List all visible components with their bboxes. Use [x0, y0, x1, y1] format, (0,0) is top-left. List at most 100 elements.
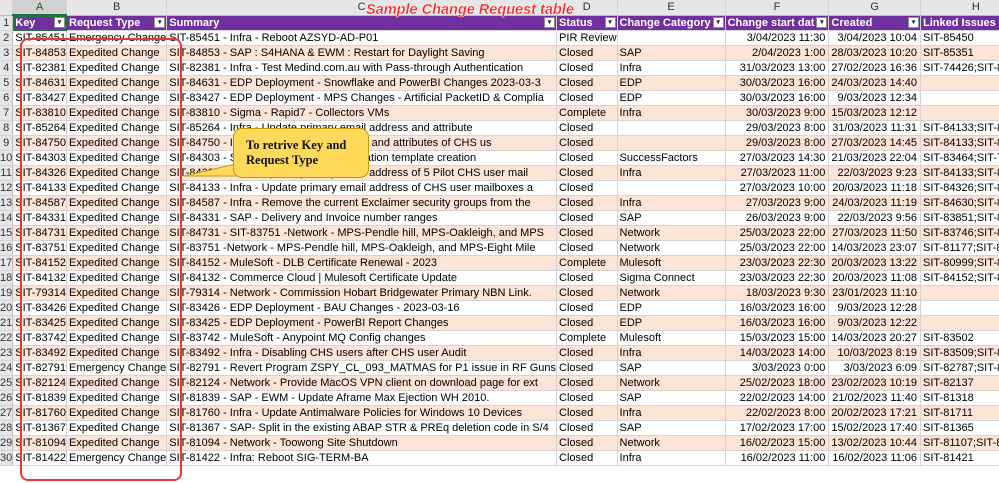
table-cell[interactable]: 9/03/2023 12:22	[828, 315, 922, 331]
table-cell[interactable]: SIT-83502	[920, 330, 999, 346]
header-cell[interactable]: Change start dat ▾	[725, 15, 830, 31]
table-cell[interactable]: Closed	[556, 180, 618, 196]
table-cell[interactable]: 23/03/2023 22:30	[725, 255, 830, 271]
table-cell[interactable]: 30/03/2023 16:00	[725, 75, 830, 91]
table-cell[interactable]: 3/04/2023 11:30	[725, 30, 830, 46]
table-cell[interactable]: Closed	[556, 120, 618, 136]
select-all-corner[interactable]	[0, 0, 14, 16]
table-cell[interactable]: SIT-81760 - Infra - Update Antimalware P…	[166, 405, 558, 421]
row-number[interactable]: 9	[0, 135, 14, 151]
table-cell[interactable]: 9/03/2023 12:34	[828, 90, 922, 106]
row-number[interactable]: 7	[0, 105, 14, 121]
table-cell[interactable]: SIT-84630;SIT-84607;	[920, 195, 999, 211]
table-cell[interactable]: SIT-84731 - SIT-83751 -Network - MPS-Pen…	[166, 225, 558, 241]
table-cell[interactable]: SIT-81365	[920, 420, 999, 436]
table-cell[interactable]: 16/02/2023 11:06	[828, 450, 922, 466]
table-cell[interactable]: SAP	[617, 210, 726, 226]
table-cell[interactable]: SIT-82791 - Revert Program ZSPY_CL_093_M…	[166, 360, 558, 376]
table-cell[interactable]: SIT-81711	[920, 405, 999, 421]
row-number[interactable]: 11	[0, 165, 14, 181]
table-cell[interactable]: 31/03/2023 11:31	[828, 120, 922, 136]
header-cell[interactable]: Linked Issues▾	[920, 15, 999, 31]
table-cell[interactable]: Network	[617, 375, 726, 391]
table-cell[interactable]: Mulesoft	[617, 330, 726, 346]
table-cell[interactable]: 22/03/2023 9:56	[828, 210, 922, 226]
table-cell[interactable]: 24/03/2023 14:40	[828, 75, 922, 91]
row-number[interactable]: 14	[0, 210, 14, 226]
table-cell[interactable]: 30/03/2023 9:00	[725, 105, 830, 121]
table-cell[interactable]: 27/03/2023 11:50	[828, 225, 922, 241]
table-cell[interactable]: Closed	[556, 225, 618, 241]
table-cell[interactable]	[920, 285, 999, 301]
table-cell[interactable]: 13/02/2023 10:44	[828, 435, 922, 451]
table-cell[interactable]: 29/03/2023 8:00	[725, 120, 830, 136]
table-cell[interactable]: EDP	[617, 90, 726, 106]
table-cell[interactable]	[617, 180, 726, 196]
table-cell[interactable]: Closed	[556, 270, 618, 286]
table-cell[interactable]: SIT-84587 - Infra - Remove the current E…	[166, 195, 558, 211]
table-cell[interactable]: SuccessFactors	[617, 150, 726, 166]
table-cell[interactable]: Closed	[556, 285, 618, 301]
table-cell[interactable]: PIR Review	[556, 30, 618, 46]
table-cell[interactable]: Infra	[617, 60, 726, 76]
table-cell[interactable]	[920, 90, 999, 106]
row-number[interactable]: 8	[0, 120, 14, 136]
table-cell[interactable]: 27/03/2023 14:45	[828, 135, 922, 151]
table-cell[interactable]: SIT-82124 - Network - Provide MacOS VPN …	[166, 375, 558, 391]
row-number[interactable]: 4	[0, 60, 14, 76]
table-cell[interactable]: 22/03/2023 9:23	[828, 165, 922, 181]
table-cell[interactable]: SIT-83464;SIT-77945	[920, 150, 999, 166]
table-cell[interactable]	[920, 105, 999, 121]
row-number[interactable]: 17	[0, 255, 14, 271]
table-cell[interactable]: Closed	[556, 195, 618, 211]
table-cell[interactable]: 20/03/2023 11:18	[828, 180, 922, 196]
table-cell[interactable]: SIT-84133;SIT-84133	[920, 165, 999, 181]
table-cell[interactable]: SIT-81107;SIT-80477;	[920, 435, 999, 451]
table-cell[interactable]: Complete	[556, 330, 618, 346]
table-cell[interactable]: Closed	[556, 435, 618, 451]
table-cell[interactable]: EDP	[617, 300, 726, 316]
table-cell[interactable]: SIT-82787;SIT-82788	[920, 360, 999, 376]
table-cell[interactable]	[920, 75, 999, 91]
table-cell[interactable]: Closed	[556, 75, 618, 91]
table-cell[interactable]	[920, 300, 999, 316]
row-number[interactable]: 27	[0, 405, 14, 421]
table-cell[interactable]	[617, 120, 726, 136]
table-cell[interactable]: SIT-84133;SIT-84630;	[920, 120, 999, 136]
table-cell[interactable]: 20/03/2023 11:08	[828, 270, 922, 286]
filter-dropdown-icon[interactable]: ▾	[54, 17, 66, 28]
row-number[interactable]: 23	[0, 345, 14, 361]
table-cell[interactable]: Infra	[617, 450, 726, 466]
column-letter-e[interactable]: E	[617, 0, 726, 16]
table-cell[interactable]: SIT-85451 - Infra - Reboot AZSYD-AD-P01	[166, 30, 558, 46]
table-cell[interactable]: 27/03/2023 9:00	[725, 195, 830, 211]
table-cell[interactable]: SIT-84152;SIT-80999	[920, 270, 999, 286]
table-cell[interactable]: SIT-74426;SIT-85525;	[920, 60, 999, 76]
table-cell[interactable]: EDP	[617, 315, 726, 331]
table-cell[interactable]: SIT-84133 - Infra - Update primary email…	[166, 180, 558, 196]
filter-dropdown-icon[interactable]: ▾	[816, 16, 828, 28]
table-cell[interactable]	[617, 30, 726, 46]
table-cell[interactable]: 2/04/2023 1:00	[725, 45, 830, 61]
table-cell[interactable]: Closed	[556, 150, 618, 166]
table-cell[interactable]: 22/02/2023 8:00	[725, 405, 830, 421]
row-number[interactable]: 26	[0, 390, 14, 406]
table-cell[interactable]: 28/03/2023 10:20	[828, 45, 922, 61]
table-cell[interactable]: SIT-85351	[920, 45, 999, 61]
table-cell[interactable]: Closed	[556, 390, 618, 406]
table-cell[interactable]: SIT-81367 - SAP- Split in the existing A…	[166, 420, 558, 436]
table-cell[interactable]: SIT-83425 - EDP Deployment - PowerBI Rep…	[166, 315, 558, 331]
table-cell[interactable]: SAP	[617, 45, 726, 61]
table-cell[interactable]	[617, 135, 726, 151]
table-cell[interactable]: SIT-83746;SIT-84016	[920, 225, 999, 241]
row-number[interactable]: 15	[0, 225, 14, 241]
row-number[interactable]: 10	[0, 150, 14, 166]
column-letter-b[interactable]: B	[66, 0, 168, 16]
table-cell[interactable]: 14/03/2023 20:27	[828, 330, 922, 346]
filter-dropdown-icon[interactable]: ▾	[712, 16, 724, 28]
row-number[interactable]: 2	[0, 30, 14, 46]
table-cell[interactable]: SIT-84853 - SAP : S4HANA & EWM : Restart…	[166, 45, 558, 61]
table-cell[interactable]: Network	[617, 225, 726, 241]
table-cell[interactable]: Closed	[556, 240, 618, 256]
table-cell[interactable]: 30/03/2023 16:00	[725, 90, 830, 106]
